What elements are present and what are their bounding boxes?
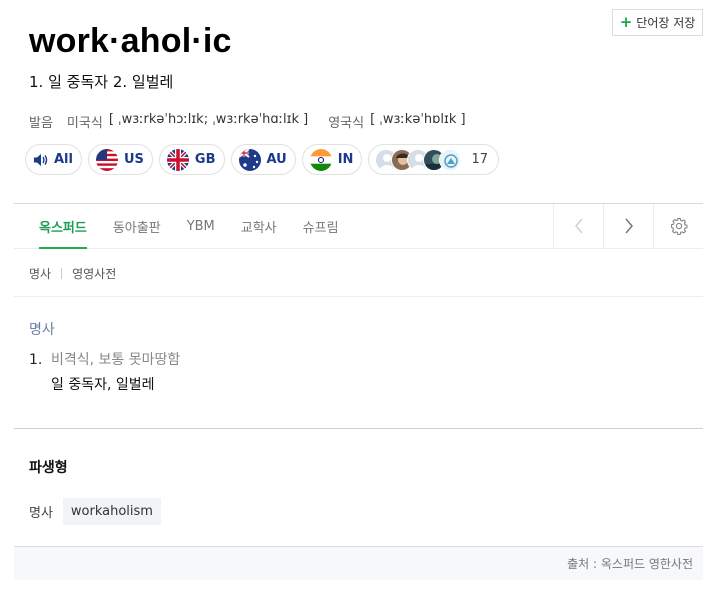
- play-in-button[interactable]: IN: [301, 144, 363, 175]
- tab-donga[interactable]: 동아출판: [113, 204, 161, 248]
- sense-item: 1. 비격식, 보통 못마땅함 일 중독자, 일벌레: [29, 348, 180, 398]
- chevron-left-icon: [574, 218, 583, 234]
- au-flag-icon: [238, 148, 261, 171]
- tab-oxford[interactable]: 옥스퍼드: [39, 204, 87, 249]
- tab-tools: [553, 204, 703, 248]
- source-text: 출처 : 옥스퍼드 영한사전: [567, 557, 693, 571]
- settings-button[interactable]: [653, 204, 703, 248]
- uk-pron-label: 영국식: [328, 116, 365, 131]
- next-button[interactable]: [603, 204, 653, 248]
- in-flag-icon: [309, 148, 332, 171]
- subnav-noun[interactable]: 명사: [29, 265, 51, 282]
- divider: [14, 428, 703, 429]
- play-au-button[interactable]: AU: [230, 144, 296, 175]
- derivatives-title: 파생형: [29, 460, 68, 476]
- plus-icon: +: [619, 13, 633, 31]
- part-of-speech: 명사: [29, 322, 55, 338]
- chevron-right-icon: [624, 218, 633, 234]
- uk-pron-value: [ ˌwɜːkəˈhɒlɪk ]: [370, 112, 466, 127]
- user-pronunciations-button[interactable]: 17: [368, 144, 499, 175]
- sense-number: 1.: [29, 352, 43, 368]
- derivative-pos: 명사: [29, 506, 53, 521]
- sense-usage-note: 비격식, 보통 못마땅함: [51, 352, 181, 368]
- us-label: US: [123, 152, 144, 167]
- tab-kyohak[interactable]: 교학사: [241, 204, 277, 248]
- sense-gloss: 일 중독자, 일벌레: [51, 377, 155, 393]
- user-count: 17: [471, 152, 488, 167]
- gear-icon: [670, 217, 688, 235]
- headword: work·ahol·ic: [29, 22, 232, 60]
- derivative-word-link[interactable]: workaholism: [62, 498, 161, 525]
- speaker-icon: [34, 153, 48, 166]
- tab-ybm[interactable]: YBM: [187, 204, 215, 248]
- play-all-button[interactable]: All: [25, 144, 82, 175]
- save-label: 단어장 저장: [636, 16, 696, 30]
- user-avatars: [375, 148, 462, 171]
- subnav-english-dictionary[interactable]: 영영사전: [72, 265, 116, 282]
- us-pron-value: [ ˌwɜːrkəˈhɔːlɪk; ˌwɜːrkəˈhɑːlɪk ]: [108, 112, 309, 127]
- tab-supreme[interactable]: 슈프림: [303, 204, 339, 248]
- in-label: IN: [337, 152, 354, 167]
- save-to-wordbook-button[interactable]: + 단어장 저장: [612, 9, 703, 36]
- source-footer: 출처 : 옥스퍼드 영한사전: [14, 546, 703, 580]
- gb-flag-icon: [166, 148, 189, 171]
- us-pron-label: 미국식: [66, 116, 103, 131]
- us-flag-icon: [95, 148, 118, 171]
- meaning-summary: 1. 일 중독자 2. 일벌레: [29, 73, 174, 91]
- avatar: [439, 148, 462, 171]
- pronunciation-row: 발음 미국식 [ ˌwɜːrkəˈhɔːlɪk; ˌwɜːrkəˈhɑːlɪk …: [29, 112, 480, 131]
- dictionary-tabs: 옥스퍼드 동아출판 YBM 교학사 슈프림: [14, 203, 703, 249]
- play-all-label: All: [54, 152, 73, 167]
- play-us-button[interactable]: US: [87, 144, 153, 175]
- prev-button[interactable]: [553, 204, 603, 248]
- pronunciation-label: 발음: [29, 116, 53, 131]
- play-gb-button[interactable]: GB: [158, 144, 225, 175]
- au-label: AU: [266, 152, 287, 167]
- audio-buttons: All US GB AU IN 17: [25, 144, 499, 175]
- derivative-row: 명사 workaholism: [29, 498, 161, 525]
- divider: [14, 296, 703, 297]
- divider: [61, 268, 63, 279]
- sub-navigation: 명사 영영사전: [29, 265, 116, 282]
- gb-label: GB: [194, 152, 216, 167]
